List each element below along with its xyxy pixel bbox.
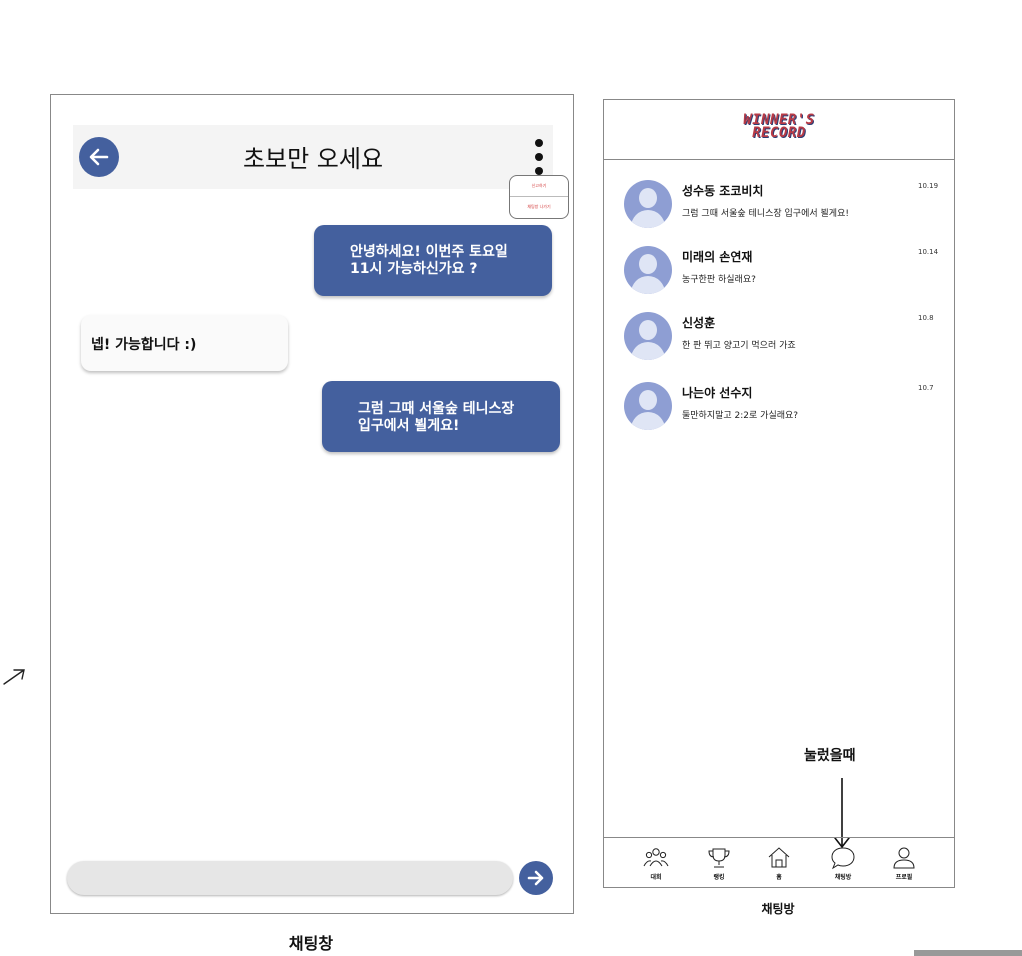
- message-input[interactable]: [67, 861, 513, 895]
- avatar: [624, 180, 672, 228]
- chat-room-screen: 초보만 오세요 신고하기 채팅방 나가기 안녕하세요! 이번주 토요일 11시 …: [50, 94, 574, 914]
- chat-list-caption: 채팅방: [761, 902, 795, 916]
- send-button[interactable]: [519, 861, 553, 895]
- people-icon: [643, 848, 669, 867]
- avatar: [624, 382, 672, 430]
- chat-partner-name: 미래의 손연재: [682, 250, 753, 264]
- last-message-date: 10.8: [918, 314, 934, 322]
- last-message-preview: 그럼 그때 서울숲 테니스장 입구에서 뵐게요!: [682, 209, 849, 219]
- nav-label: 대회: [650, 874, 662, 881]
- nav-item-home[interactable]: 홈: [759, 846, 799, 882]
- nav-label: 홈: [776, 874, 782, 881]
- report-menu-item[interactable]: 신고하기: [510, 176, 568, 197]
- nav-item-competition[interactable]: 대회: [636, 846, 676, 882]
- avatar: [624, 312, 672, 360]
- last-message-date: 10.14: [918, 248, 939, 256]
- logo-line2: RECORD: [752, 125, 806, 141]
- chat-partner-name: 성수동 조코비치: [682, 184, 764, 198]
- last-message-preview: 둘만하지말고 2:2로 가실래요?: [682, 411, 799, 421]
- chat-list-item[interactable]: 미래의 손연재 농구한판 하실래요? 10.14: [622, 244, 940, 300]
- outgoing-message: 그럼 그때 서울숲 테니스장 입구에서 뵐게요!: [322, 381, 560, 452]
- person-icon: [893, 847, 915, 869]
- last-message-date: 10.7: [918, 384, 934, 392]
- flow-arrow-icon: [3, 669, 25, 685]
- last-message-date: 10.19: [918, 182, 939, 190]
- nav-label: 랭킹: [713, 874, 725, 881]
- options-popup: 신고하기 채팅방 나가기: [509, 175, 569, 219]
- nav-label: 채팅방: [834, 874, 852, 881]
- header-divider: [604, 159, 954, 160]
- nav-item-profile[interactable]: 프로필: [884, 846, 924, 882]
- chat-list-screen: WINNER'S RECORD 성수동 조코비치 그럼 그때 서울숲 테니스장 …: [603, 99, 955, 888]
- leave-chat-menu-item[interactable]: 채팅방 나가기: [510, 197, 568, 217]
- nav-item-ranking[interactable]: 랭킹: [699, 846, 739, 882]
- chat-list-item[interactable]: 신성훈 한 판 뛰고 양고기 먹으러 가죠 10.8: [622, 310, 940, 366]
- send-arrow-icon: [527, 870, 544, 886]
- last-message-preview: 한 판 뛰고 양고기 먹으러 가죠: [682, 341, 796, 351]
- bottom-nav-divider: [604, 837, 954, 838]
- winners-record-logo: WINNER'S RECORD: [604, 113, 954, 141]
- chat-list-item[interactable]: 나는야 선수지 둘만하지말고 2:2로 가실래요? 10.7: [622, 380, 940, 436]
- avatar: [624, 246, 672, 294]
- incoming-message: 넵! 가능합니다 :): [81, 315, 288, 371]
- trophy-icon: [708, 848, 730, 868]
- down-arrow-icon: [834, 778, 850, 849]
- chat-header: 초보만 오세요: [73, 125, 553, 189]
- chat-room-caption: 채팅창: [288, 934, 334, 953]
- corner-bar: [914, 950, 1022, 956]
- chat-list-item[interactable]: 성수동 조코비치 그럼 그때 서울숲 테니스장 입구에서 뵐게요! 10.19: [622, 178, 940, 234]
- chat-bubble-icon: [831, 847, 855, 870]
- outgoing-message: 안녕하세요! 이번주 토요일 11시 가능하신가요 ?: [314, 225, 552, 296]
- home-icon: [768, 847, 790, 868]
- pressed-annotation: 눌렀을때: [804, 748, 856, 764]
- nav-label: 프로필: [895, 874, 913, 881]
- chat-partner-name: 신성훈: [682, 316, 716, 330]
- nav-item-chat[interactable]: 채팅방: [823, 846, 863, 882]
- last-message-preview: 농구한판 하실래요?: [682, 275, 756, 285]
- chat-title: 초보만 오세요: [242, 145, 384, 173]
- chat-partner-name: 나는야 선수지: [682, 386, 753, 400]
- more-options-icon[interactable]: [533, 139, 545, 175]
